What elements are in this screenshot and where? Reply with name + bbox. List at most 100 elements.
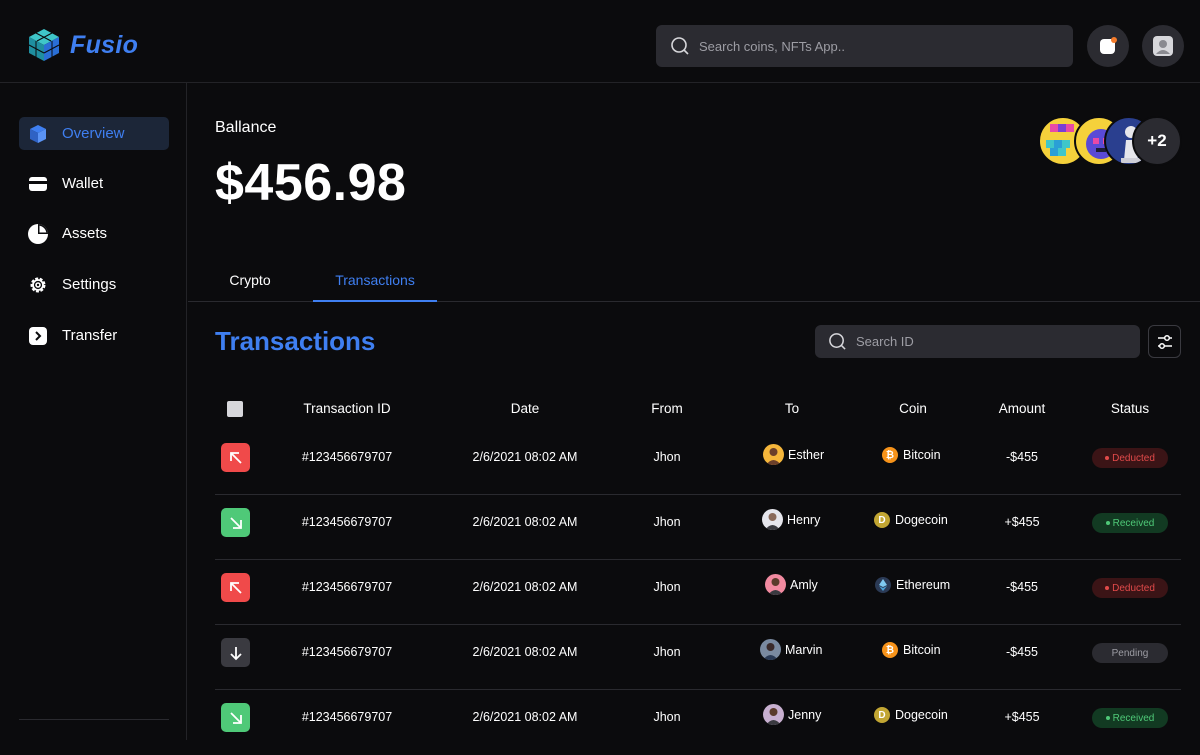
outgoing-arrow-icon	[221, 573, 250, 602]
sidebar: Overview Wallet Assets Settings Transfer	[0, 83, 187, 740]
tab-bar: Crypto Transactions	[188, 261, 1200, 302]
avatar	[760, 639, 781, 660]
transaction-id: #123456679707	[301, 450, 393, 464]
transaction-from: Jhon	[653, 645, 681, 659]
sidebar-item-label: Wallet	[62, 175, 104, 192]
tab-transactions[interactable]: Transactions	[313, 261, 437, 302]
ethereum-icon	[875, 577, 891, 593]
sidebar-item-label: Assets	[62, 225, 108, 242]
transaction-id: #123456679707	[301, 710, 393, 724]
transaction-id: #123456679707	[301, 580, 393, 594]
wallet-icon	[27, 173, 49, 195]
transaction-to: Marvin	[760, 639, 823, 660]
sidebar-item-label: Transfer	[62, 327, 118, 344]
transaction-amount: -$455	[1006, 645, 1038, 659]
sidebar-divider	[19, 719, 169, 720]
status-badge: Received	[1092, 513, 1168, 533]
status-badge: Received	[1092, 708, 1168, 728]
transaction-coin: ₿ Bitcoin	[882, 447, 941, 463]
global-search-input[interactable]	[699, 38, 1039, 54]
transaction-to: Esther	[763, 444, 824, 465]
user-icon	[1153, 36, 1173, 56]
top-bar: Fusio	[0, 0, 1200, 83]
transaction-id: #123456679707	[301, 645, 393, 659]
balance-value: $456.98	[215, 154, 407, 212]
column-header[interactable]: Coin	[873, 401, 953, 416]
status-badge: Pending	[1092, 643, 1168, 663]
global-search[interactable]	[656, 25, 1073, 67]
select-all-checkbox[interactable]	[227, 401, 243, 417]
filter-button[interactable]	[1148, 325, 1181, 358]
transaction-from: Jhon	[653, 515, 681, 529]
transaction-amount: -$455	[1006, 580, 1038, 594]
table-row[interactable]: #123456679707 2/6/2021 08:02 AM Jhon Est…	[215, 430, 1181, 495]
brand-name: Fusio	[70, 30, 139, 59]
transaction-date: 2/6/2021 08:02 AM	[472, 515, 578, 529]
incoming-arrow-icon	[221, 703, 250, 732]
table-row[interactable]: #123456679707 2/6/2021 08:02 AM Jhon Hen…	[215, 495, 1181, 560]
transaction-to: Henry	[762, 509, 820, 530]
avatar	[763, 704, 784, 725]
transaction-coin: Ethereum	[875, 577, 950, 593]
transaction-coin: D Dogecoin	[874, 512, 948, 528]
main-content: Ballance $456.98 +2 Crypto Transactions …	[188, 83, 1200, 740]
table-row[interactable]: #123456679707 2/6/2021 08:02 AM Jhon Jen…	[215, 690, 1181, 755]
table-row[interactable]: #123456679707 2/6/2021 08:02 AM Jhon Mar…	[215, 625, 1181, 690]
column-header[interactable]: From	[627, 401, 707, 416]
table-header: Transaction ID Date From To Coin Amount …	[215, 393, 1181, 425]
transaction-date: 2/6/2021 08:02 AM	[472, 710, 578, 724]
column-header[interactable]: Date	[465, 401, 585, 416]
logo[interactable]: Fusio	[26, 27, 138, 63]
transaction-id: #123456679707	[301, 515, 393, 529]
table-row[interactable]: #123456679707 2/6/2021 08:02 AM Jhon Aml…	[215, 560, 1181, 625]
pie-chart-icon	[27, 223, 49, 245]
notifications-button[interactable]	[1087, 25, 1129, 67]
notification-icon	[1100, 37, 1117, 54]
status-badge: Deducted	[1092, 448, 1168, 468]
avatar	[765, 574, 786, 595]
transaction-amount: -$455	[1006, 450, 1038, 464]
tab-crypto[interactable]: Crypto	[212, 261, 288, 302]
nft-avatar-stack[interactable]: +2	[1038, 116, 1188, 168]
outgoing-arrow-icon	[221, 443, 250, 472]
transaction-from: Jhon	[653, 710, 681, 724]
column-header[interactable]: Amount	[982, 401, 1062, 416]
search-icon	[829, 333, 846, 350]
profile-button[interactable]	[1142, 25, 1184, 67]
column-header[interactable]: To	[752, 401, 832, 416]
transaction-to: Amly	[765, 574, 818, 595]
transaction-amount: +$455	[1004, 710, 1040, 724]
more-avatars-count: +2	[1132, 116, 1182, 166]
bitcoin-icon: ₿	[882, 642, 898, 658]
logo-cube-icon	[28, 29, 60, 61]
avatar	[763, 444, 784, 465]
transaction-date: 2/6/2021 08:02 AM	[472, 580, 578, 594]
bitcoin-icon: ₿	[882, 447, 898, 463]
transaction-from: Jhon	[653, 580, 681, 594]
sidebar-item-transfer[interactable]: Transfer	[19, 319, 169, 352]
transaction-search[interactable]	[815, 325, 1140, 358]
transfer-icon	[27, 325, 49, 347]
avatar	[762, 509, 783, 530]
sliders-icon	[1157, 334, 1172, 349]
column-header[interactable]: Status	[1090, 401, 1170, 416]
balance-label: Ballance	[215, 119, 277, 136]
transaction-date: 2/6/2021 08:02 AM	[472, 645, 578, 659]
transaction-search-input[interactable]	[856, 334, 1116, 349]
sidebar-item-overview[interactable]: Overview	[19, 117, 169, 150]
column-header[interactable]: Transaction ID	[287, 401, 407, 416]
pending-arrow-icon	[221, 638, 250, 667]
sidebar-item-wallet[interactable]: Wallet	[19, 167, 169, 200]
status-badge: Deducted	[1092, 578, 1168, 598]
section-title: Transactions	[215, 326, 376, 356]
transaction-coin: ₿ Bitcoin	[882, 642, 941, 658]
transaction-coin: D Dogecoin	[874, 707, 948, 723]
cube-icon	[27, 123, 49, 145]
sidebar-item-assets[interactable]: Assets	[19, 217, 169, 250]
sidebar-item-settings[interactable]: Settings	[19, 268, 169, 301]
transaction-from: Jhon	[653, 450, 681, 464]
transaction-amount: +$455	[1004, 515, 1040, 529]
dogecoin-icon: D	[874, 512, 890, 528]
search-icon	[671, 37, 689, 55]
incoming-arrow-icon	[221, 508, 250, 537]
